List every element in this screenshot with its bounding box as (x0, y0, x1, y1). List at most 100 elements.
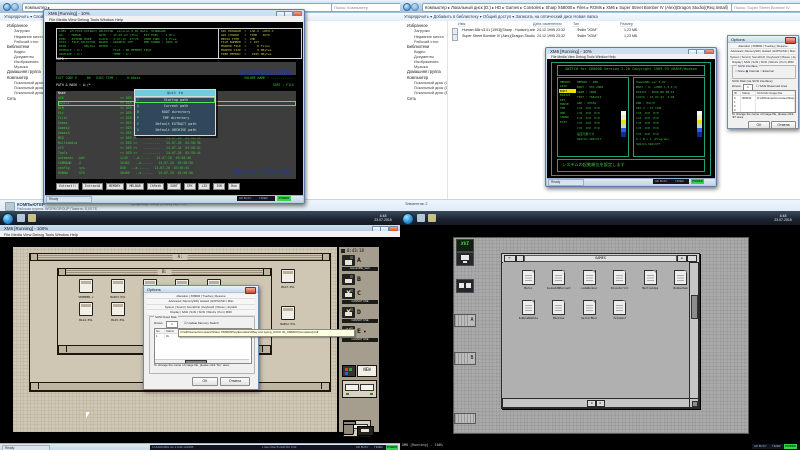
game-icon[interactable]: SailorMoon (574, 300, 605, 321)
scsi-disk-list[interactable]: ID Status SCSI HD Image File 0 900000 D:… (732, 90, 796, 113)
game-icon[interactable]: Marbles (544, 300, 575, 321)
column-size[interactable]: Размер (620, 22, 633, 27)
drive-slot[interactable]: A Human68k_Ver2 (342, 255, 378, 271)
vertical-scrollbar[interactable] (689, 262, 699, 400)
forward-icon[interactable] (411, 3, 419, 11)
game-icon[interactable]: Mario (513, 270, 544, 291)
back-icon[interactable] (3, 3, 11, 11)
ok-button[interactable]: OK (192, 377, 218, 386)
device-bar[interactable] (454, 413, 476, 424)
lhes-button[interactable]: SORT (167, 183, 181, 190)
forward-icon[interactable] (11, 3, 19, 11)
options-dialog: Options Alteration | X68000 | TrueKey | … (143, 285, 259, 390)
cancel-button[interactable]: Отмена (771, 121, 796, 129)
lhes-button[interactable]: LZX (198, 183, 210, 190)
sx-file-icon[interactable]: BA15.PVL (102, 302, 134, 322)
taskbar-folder-icon[interactable] (28, 214, 36, 222)
switch-right-values: Human68k ver 3.02BOOT : A: (2HD0-1,3,4,5… (636, 80, 694, 147)
start-button[interactable] (2, 213, 14, 225)
search-input[interactable]: Поиск: Super Street Bomber IV (731, 3, 800, 12)
lhes-button[interactable]: SPX (184, 183, 196, 190)
sx-file-icon[interactable]: SBOMBER.x (70, 279, 102, 299)
start-button[interactable] (402, 213, 414, 225)
drives-stepper[interactable]: 1 (166, 321, 178, 328)
close-icon[interactable] (785, 37, 796, 44)
scsi-disk-row[interactable]: 3 (733, 108, 795, 112)
drive-status-chip: Human68k_Ver2 (342, 267, 378, 271)
sx-file-icon[interactable]: BAIK3.PVL (102, 279, 134, 299)
disk-icon[interactable] (357, 426, 374, 436)
status-hd: HD BUSY (752, 444, 772, 449)
back-icon[interactable] (403, 3, 411, 11)
drive-slot[interactable]: B (342, 274, 378, 285)
list-hscrollbar[interactable] (155, 359, 249, 364)
tray-icons[interactable] (730, 215, 753, 225)
lhes-button[interactable]: Run (228, 183, 240, 190)
lhes-button[interactable]: Extract!! (56, 183, 79, 190)
trash-icon[interactable] (343, 422, 354, 435)
taskbar-folder-icon[interactable] (428, 214, 436, 222)
ok-button[interactable]: OK (748, 121, 770, 129)
dual-floppy-drive-icon[interactable] (342, 380, 377, 398)
search-input[interactable]: Поиск: Компьютер (331, 3, 400, 12)
cancel-button[interactable]: Отмена (220, 377, 250, 386)
lhes-button[interactable]: ISH (213, 183, 225, 190)
horizontal-scrollbar[interactable]: ◂ ▸ (502, 398, 691, 408)
taskbar-clock[interactable]: 4:4823.07.2015 (368, 214, 398, 223)
scroll-left-icon[interactable]: ◂ (587, 400, 596, 407)
game-icon[interactable]: MartialApe (635, 270, 666, 291)
game-icon-row: MarioAsuka120PercentLodeRunnerDiscoScrol… (513, 270, 696, 291)
game-icon[interactable]: LodeRunner (574, 270, 605, 291)
sidebar-item[interactable]: Сеть (0, 96, 47, 101)
drive-b-bar[interactable]: B (454, 352, 476, 365)
drive-status-chip: CANNOT USE (342, 319, 378, 323)
game-icon[interactable]: Asuka120Percent (544, 270, 575, 291)
sx-window-b-titlebar[interactable]: B: (58, 269, 271, 276)
sx-file-icon[interactable]: BA13.PVL (272, 269, 304, 289)
sidebar-item[interactable]: Сеть (400, 96, 447, 101)
chevron-down-icon[interactable]: ▼ (363, 329, 367, 334)
popup-menu-item[interactable]: ADefault ARCHIVE path (135, 127, 215, 133)
switch-menu-item[interactable]: EXIT (559, 120, 576, 124)
xvi-logo: XVI (456, 239, 474, 252)
taskbar-clock[interactable]: 4:4823.07.2015 (768, 214, 798, 223)
drive-utility-icon[interactable] (456, 279, 474, 293)
drive-slot[interactable]: × C CANNOT USE (342, 288, 378, 304)
lhes-button[interactable]: Extract# (82, 183, 103, 190)
resize-grip[interactable] (689, 398, 699, 408)
lhes-button[interactable]: MELBAR (126, 183, 144, 190)
monitor-icon[interactable] (456, 252, 474, 266)
taskbar-app-icon[interactable] (17, 214, 25, 222)
scroll-right-icon[interactable]: ▸ (596, 400, 605, 407)
new-button[interactable]: NEW (357, 365, 377, 377)
items-count: Элементов: 2 (405, 202, 428, 206)
scrollbar-thumb[interactable] (691, 295, 698, 319)
lhes-button[interactable]: MEMORY (106, 183, 124, 190)
sx-file-icon[interactable]: BA14.PVL (70, 302, 102, 322)
close-icon[interactable] (245, 287, 256, 294)
column-name[interactable]: Имя (458, 22, 465, 27)
drive-slot[interactable]: × D CANNOT USE (342, 307, 378, 323)
game-icon[interactable]: BubbleBobble (513, 300, 544, 321)
drive-a-bar[interactable]: A (454, 314, 476, 327)
status-ready: Ready (548, 179, 584, 186)
reserved-flag-checkbox[interactable]: ☐ SASI Reserved Area (756, 84, 787, 88)
column-date[interactable]: Дата изменения (533, 22, 562, 27)
palette-icon[interactable] (342, 365, 356, 377)
tray-icons[interactable] (330, 215, 353, 225)
explorer-window-top: Компьютер ▸ Локальный диск (D:) ▸ HD ▸ G… (400, 0, 800, 14)
search-placeholder: Поиск: Super Street Bomber IV (734, 5, 790, 10)
sx-window-a-titlebar[interactable]: A: (30, 254, 330, 261)
path-tooltip: D:\HD\Games\Consoles\Sharp X68000\Play\E… (178, 329, 355, 337)
explorer-sidebar: ИзбранноеЗагрузкиНедавние местаРабочий с… (400, 21, 448, 201)
update-memory-switch-checkbox[interactable]: ☑ Update Memory Switch (184, 321, 219, 325)
game-icon[interactable]: DiscoScroll (605, 270, 636, 291)
lhes-button[interactable]: ChPath (147, 183, 165, 190)
sx-file-icon[interactable]: BARV2.PVL (272, 306, 304, 326)
quit-to-popup: Quit to YStartup path QCurrent path (134, 89, 216, 136)
column-type[interactable]: Тип (573, 22, 579, 27)
taskbar-app-icon[interactable] (417, 214, 425, 222)
game-icon[interactable]: Tetsman? (605, 300, 636, 321)
options-tabs: Alteration | X68000 | TrueKey | ResumeAd… (730, 44, 796, 66)
address-bar[interactable]: Компьютер ▸ Локальный диск (D:) ▸ HD ▸ G… (422, 3, 733, 12)
